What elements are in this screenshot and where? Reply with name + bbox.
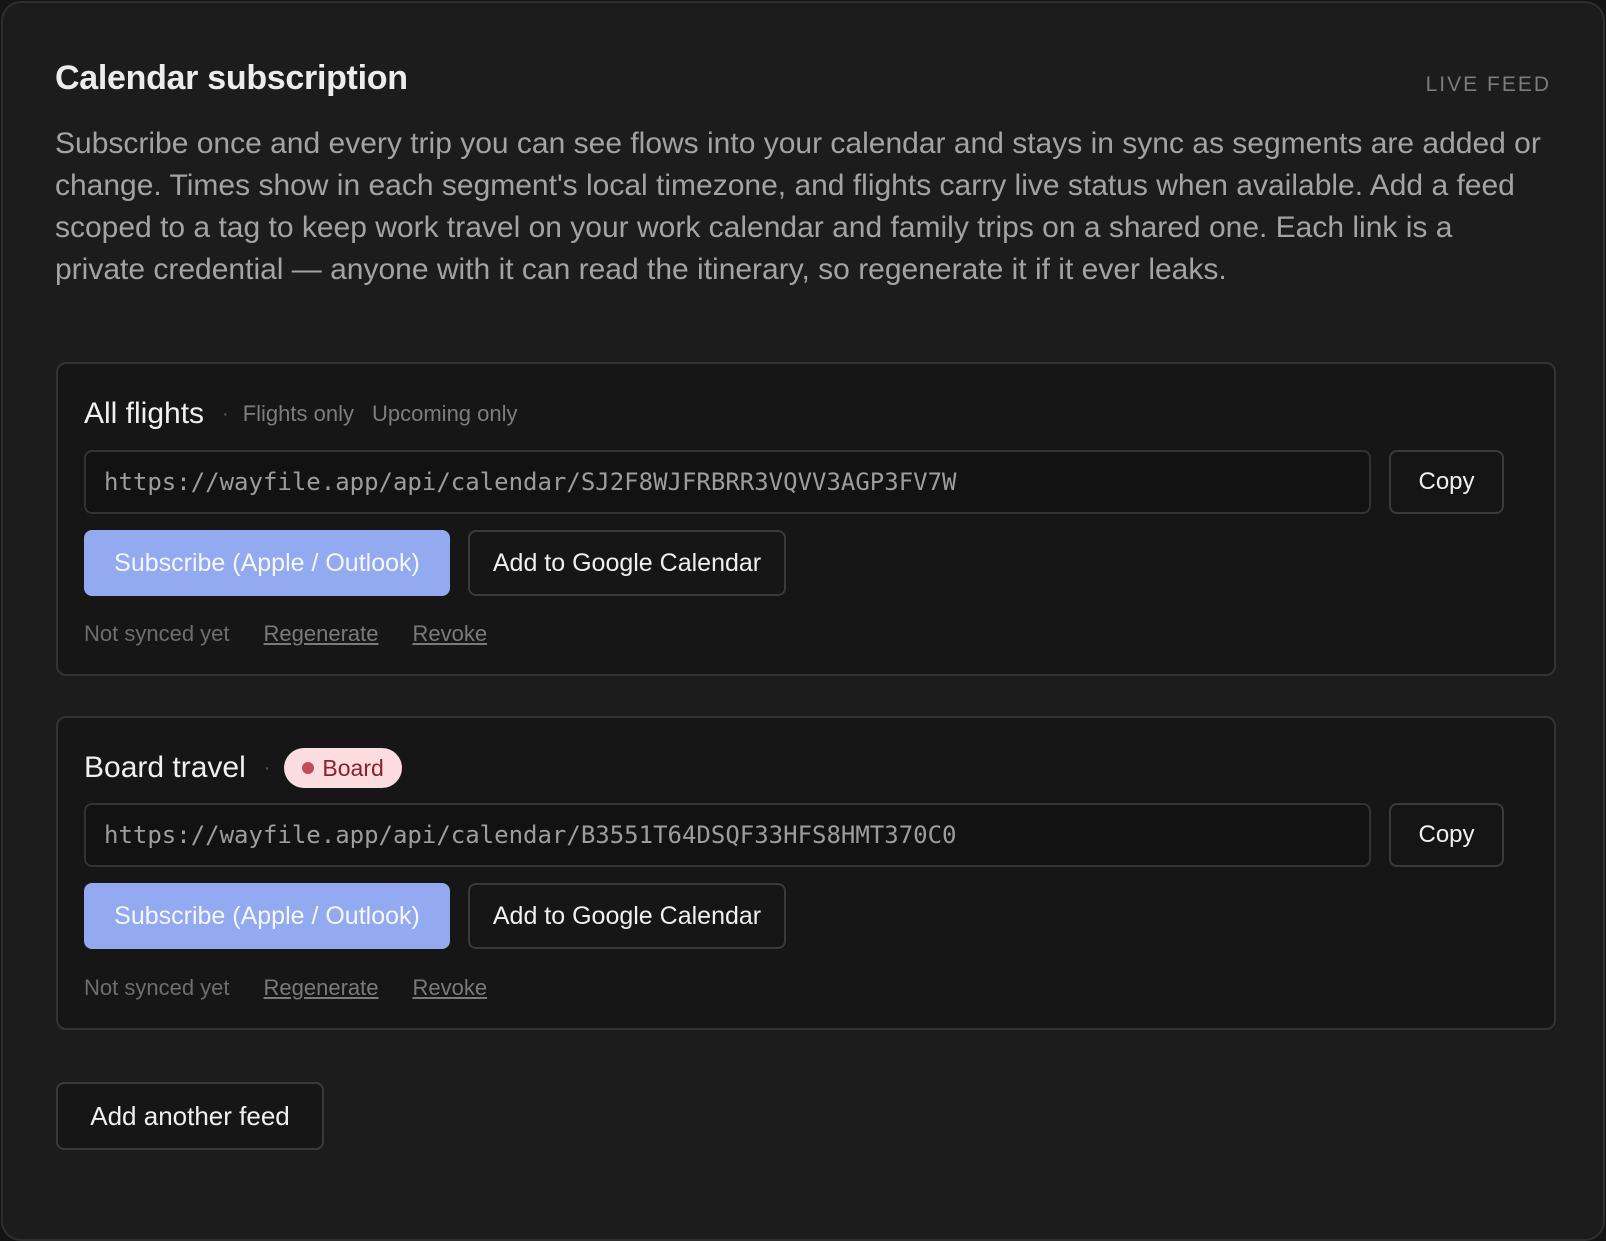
subscribe-apple-outlook-button[interactable]: Subscribe (Apple / Outlook) (84, 883, 450, 949)
feed-meta-row: Not synced yet Regenerate Revoke (84, 973, 521, 1003)
regenerate-link[interactable]: Regenerate (264, 975, 379, 1001)
filter-chip-flights-only: Flights only (242, 401, 354, 426)
panel-description: Subscribe once and every trip you can se… (55, 127, 1541, 286)
revoke-link[interactable]: Revoke (413, 975, 488, 1001)
feed-meta-row: Not synced yet Regenerate Revoke (84, 619, 521, 649)
title-separator: · (222, 402, 229, 425)
subscribe-apple-outlook-button[interactable]: Subscribe (Apple / Outlook) (84, 530, 450, 596)
panel-title: Calendar subscription (55, 59, 408, 97)
feed-header: Board travel · Board (84, 744, 402, 792)
panel-header: Calendar subscription LIVE FEED (55, 59, 1551, 107)
sync-status: Not synced yet (84, 975, 230, 1000)
feed-card-board-travel: Board travel · Board https://wayfile.app… (56, 716, 1556, 1030)
regenerate-link[interactable]: Regenerate (264, 621, 379, 647)
title-separator: · (263, 756, 271, 779)
badge-label: Board (322, 754, 384, 781)
feed-card-all-flights: All flights · Flights only Upcoming only… (56, 362, 1556, 676)
tag-badge-board: Board (284, 748, 402, 788)
revoke-link[interactable]: Revoke (413, 621, 488, 647)
feed-url-field[interactable]: https://wayfile.app/api/calendar/SJ2F8WJ… (84, 450, 1371, 514)
add-another-feed-button[interactable]: Add another feed (56, 1082, 324, 1150)
copy-url-button[interactable]: Copy (1389, 803, 1504, 867)
feed-title: All flights (84, 397, 205, 430)
add-to-google-calendar-button[interactable]: Add to Google Calendar (468, 883, 786, 949)
feed-title: Board travel (84, 751, 246, 784)
copy-url-button[interactable]: Copy (1389, 450, 1504, 514)
sync-status: Not synced yet (84, 621, 230, 646)
calendar-subscription-panel: Calendar subscription LIVE FEED Subscrib… (1, 1, 1605, 1241)
add-to-google-calendar-button[interactable]: Add to Google Calendar (468, 530, 786, 596)
filter-chip-upcoming-only: Upcoming only (372, 401, 518, 426)
feed-url-field[interactable]: https://wayfile.app/api/calendar/B3551T6… (84, 803, 1371, 867)
feed-header: All flights · Flights only Upcoming only (84, 390, 536, 438)
badge-dot-icon (302, 762, 315, 774)
live-feed-tag: LIVE FEED (1425, 73, 1551, 96)
